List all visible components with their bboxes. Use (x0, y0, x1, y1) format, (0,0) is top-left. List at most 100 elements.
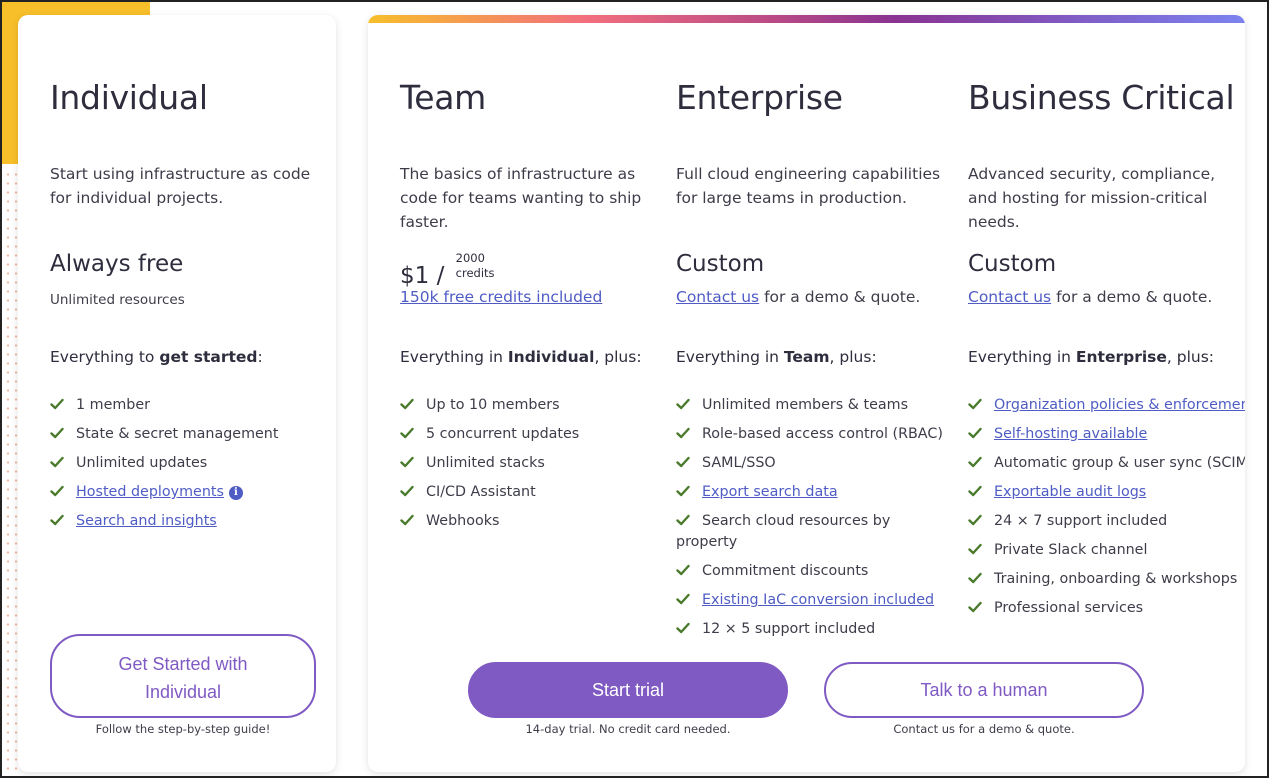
feature-item: 12 × 5 support included (676, 619, 941, 640)
business-contact-link[interactable]: Contact us (968, 288, 1051, 306)
checkmark-icon (676, 564, 690, 576)
feature-link[interactable]: Hosted deployments (76, 484, 224, 500)
feature-item: CI/CD Assistant (400, 482, 579, 503)
enterprise-contact-line: Contact us for a demo & quote. (676, 288, 921, 306)
decorative-dot-pattern (4, 170, 18, 770)
feature-item: 24 × 7 support included (968, 511, 1245, 532)
feature-link[interactable]: Self-hosting available (994, 426, 1147, 442)
feature-item: Training, onboarding & workshops (968, 569, 1245, 590)
business-plan-title: Business Critical (968, 78, 1235, 117)
checkmark-icon (968, 572, 982, 584)
enterprise-plan-price: Custom (676, 251, 765, 277)
feature-item[interactable]: Self-hosting available (968, 424, 1245, 445)
feature-item: Unlimited members & teams (676, 395, 941, 416)
checkmark-icon (400, 427, 414, 439)
team-plan-description: The basics of infrastructure as code for… (400, 165, 642, 231)
enterprise-contact-link[interactable]: Contact us (676, 288, 759, 306)
checkmark-icon (676, 398, 690, 410)
checkmark-icon (676, 514, 690, 526)
feature-text: Professional services (994, 600, 1144, 616)
business-feature-list: Organization policies & enforcement Self-… (968, 395, 1245, 627)
feature-link[interactable]: Export search data (702, 484, 838, 500)
feature-text: Search cloud resources by (702, 513, 891, 529)
feature-item: State & secret management (50, 424, 278, 445)
checkmark-icon (968, 398, 982, 410)
checkmark-icon (676, 456, 690, 468)
individual-button-note: Follow the step-by-step guide! (95, 722, 271, 736)
feature-text: State & secret management (76, 426, 279, 442)
feature-item: Unlimited stacks (400, 453, 579, 474)
business-plan-description: Advanced security, compliance, and hosti… (968, 165, 1216, 231)
individual-plan-title: Individual (50, 78, 208, 117)
feature-item: Automatic group & user sync (SCIM) (968, 453, 1245, 474)
team-feature-list: Up to 10 members 5 concurrent updates Unli… (400, 395, 579, 540)
checkmark-icon (968, 514, 982, 526)
checkmark-icon (50, 427, 64, 439)
feature-item: Commitment discounts (676, 561, 941, 582)
feature-item[interactable]: Hosted deployments i (50, 482, 278, 503)
checkmark-icon (968, 427, 982, 439)
feature-item[interactable]: Organization policies & enforcement (968, 395, 1245, 416)
checkmark-icon (400, 398, 414, 410)
feature-text: Role-based access control (RBAC) (702, 426, 943, 442)
checkmark-icon (968, 543, 982, 555)
feature-link[interactable]: Exportable audit logs (994, 484, 1146, 500)
feature-item[interactable]: Exportable audit logs (968, 482, 1245, 503)
talk-to-human-note: Contact us for a demo & quote. (893, 722, 1075, 736)
business-everything-heading: Everything in Enterprise, plus: (968, 348, 1215, 366)
business-contact-line: Contact us for a demo & quote. (968, 288, 1213, 306)
feature-link[interactable]: Organization policies & enforcement (994, 397, 1245, 413)
individual-feature-list: 1 member State & secret management Unlimit… (50, 395, 278, 540)
start-trial-note: 14-day trial. No credit card needed. (525, 722, 731, 736)
feature-link[interactable]: Search and insights (76, 513, 217, 529)
feature-item[interactable]: Search and insights (50, 511, 278, 532)
start-trial-button[interactable]: Start trial (468, 662, 788, 718)
feature-text: Unlimited members & teams (702, 397, 909, 413)
feature-item: 1 member (50, 395, 278, 416)
checkmark-icon (400, 456, 414, 468)
feature-link[interactable]: Existing IaC conversion included (702, 592, 934, 608)
team-credits-link[interactable]: 150k free credits included (400, 288, 602, 306)
enterprise-plan-description: Full cloud engineering capabilities for … (676, 165, 941, 207)
individual-plan-card: Individual Start using infrastructure as… (18, 15, 336, 772)
feature-text: SAML/SSO (702, 455, 776, 471)
feature-text: Unlimited stacks (426, 455, 545, 471)
checkmark-icon (676, 593, 690, 605)
checkmark-icon (968, 456, 982, 468)
individual-everything-heading: Everything to get started: (50, 348, 263, 366)
feature-item[interactable]: Export search data (676, 482, 941, 503)
team-plan-price: $1 / 2000 credits (400, 251, 495, 289)
info-icon[interactable]: i (228, 486, 243, 500)
feature-text: Webhooks (426, 513, 500, 529)
checkmark-icon (676, 485, 690, 497)
feature-text: 12 × 5 support included (702, 621, 876, 637)
feature-item: Professional services (968, 598, 1245, 619)
checkmark-icon (400, 514, 414, 526)
checkmark-icon (50, 514, 64, 526)
feature-text: Up to 10 members (426, 397, 560, 413)
enterprise-everything-heading: Everything in Team, plus: (676, 348, 877, 366)
feature-text: Automatic group & user sync (SCIM) (994, 455, 1245, 471)
individual-plan-description: Start using infrastructure as code for i… (50, 165, 311, 207)
feature-text: Commitment discounts (702, 563, 869, 579)
feature-text-continued: property (676, 534, 738, 550)
feature-text: Training, onboarding & workshops (994, 571, 1238, 587)
feature-item: Private Slack channel (968, 540, 1245, 561)
checkmark-icon (968, 485, 982, 497)
checkmark-icon (50, 485, 64, 497)
feature-text: Unlimited updates (76, 455, 208, 471)
get-started-individual-button[interactable]: Get Started with Individual (50, 634, 316, 718)
paid-plans-card: Team The basics of infrastructure as cod… (368, 15, 1245, 772)
feature-item: Search cloud resources by property (676, 511, 941, 553)
checkmark-icon (50, 398, 64, 410)
feature-text: CI/CD Assistant (426, 484, 536, 500)
checkmark-icon (968, 601, 982, 613)
enterprise-plan-title: Enterprise (676, 78, 843, 117)
feature-text: 24 × 7 support included (994, 513, 1168, 529)
talk-to-human-button[interactable]: Talk to a human (824, 662, 1144, 718)
checkmark-icon (676, 622, 690, 634)
feature-item[interactable]: Existing IaC conversion included (676, 590, 941, 611)
enterprise-feature-list: Unlimited members & teams Role-based acce… (676, 395, 943, 648)
feature-text: 5 concurrent updates (426, 426, 580, 442)
checkmark-icon (50, 456, 64, 468)
